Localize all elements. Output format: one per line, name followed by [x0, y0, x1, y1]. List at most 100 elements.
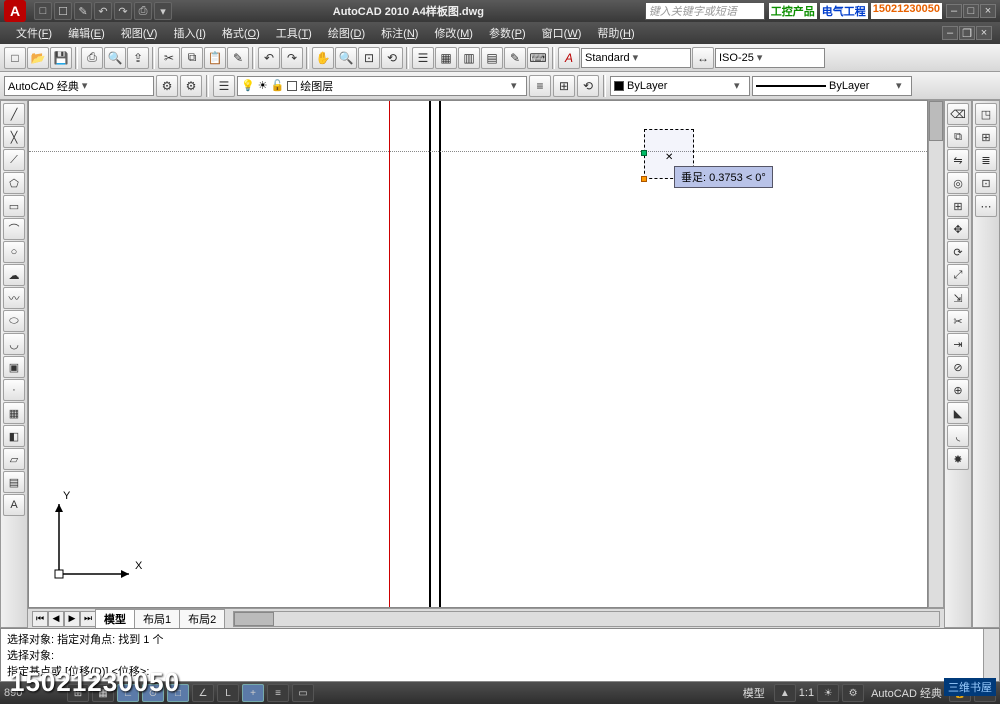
ws-label[interactable]: AutoCAD 经典: [867, 685, 946, 701]
spline-icon[interactable]: 〰: [3, 287, 25, 309]
dimstyle-icon[interactable]: ↔: [692, 47, 714, 69]
polygon-icon[interactable]: ⬠: [3, 172, 25, 194]
ws-switch-icon[interactable]: ⚙: [842, 684, 864, 702]
close-button[interactable]: ×: [980, 4, 996, 18]
anno-vis-icon[interactable]: ☀: [817, 684, 839, 702]
array-icon[interactable]: ⊞: [947, 195, 969, 217]
dyn-toggle[interactable]: +: [242, 684, 264, 702]
tab-model[interactable]: 模型: [95, 609, 135, 628]
tab-first[interactable]: ⏮: [32, 611, 48, 627]
erase-icon[interactable]: ⌫: [947, 103, 969, 125]
preview-icon[interactable]: 🔍: [104, 47, 126, 69]
layer-iso-icon[interactable]: ⊞: [553, 75, 575, 97]
mdi-min[interactable]: –: [942, 26, 958, 40]
ellipse-icon[interactable]: ⬭: [3, 310, 25, 332]
menu-help[interactable]: 帮助(H): [589, 23, 642, 43]
menu-modify[interactable]: 修改(M): [426, 23, 481, 43]
hatch-icon[interactable]: ▦: [3, 402, 25, 424]
print-icon[interactable]: ⎙: [81, 47, 103, 69]
misc-icon[interactable]: ⋯: [975, 195, 997, 217]
qp-toggle[interactable]: ▭: [292, 684, 314, 702]
mdi-restore[interactable]: ❐: [959, 26, 975, 40]
properties-icon[interactable]: ☰: [412, 47, 434, 69]
new-icon[interactable]: □: [4, 47, 26, 69]
viewcube-icon[interactable]: ◳: [975, 103, 997, 125]
zoom-prev-icon[interactable]: ⟲: [381, 47, 403, 69]
ortho-toggle[interactable]: ∟: [117, 684, 139, 702]
zoom-win-icon[interactable]: ⊡: [358, 47, 380, 69]
zoom-rt-icon[interactable]: 🔍: [335, 47, 357, 69]
drawing-canvas[interactable]: ✕ 垂足: 0.3753 < 0° X Y: [28, 100, 928, 608]
chamfer-icon[interactable]: ◣: [947, 402, 969, 424]
textstyle-combo[interactable]: Standard▾: [581, 48, 691, 68]
region-icon[interactable]: ▱: [3, 448, 25, 470]
maximize-button[interactable]: □: [963, 4, 979, 18]
color-combo[interactable]: ByLayer▾: [610, 76, 750, 96]
polar-toggle[interactable]: ⊙: [142, 684, 164, 702]
ducs-toggle[interactable]: L: [217, 684, 239, 702]
qat-new-icon[interactable]: □: [34, 2, 52, 20]
menu-tools[interactable]: 工具(T): [268, 23, 320, 43]
snap-toggle[interactable]: ⊞: [67, 684, 89, 702]
menu-dimension[interactable]: 标注(N): [373, 23, 426, 43]
offset-icon[interactable]: ◎: [947, 172, 969, 194]
copy-obj-icon[interactable]: ⧉: [947, 126, 969, 148]
join-icon[interactable]: ⊕: [947, 379, 969, 401]
design-center-icon[interactable]: ▦: [435, 47, 457, 69]
layer-props-icon[interactable]: ☰: [213, 75, 235, 97]
extend-icon[interactable]: ⇥: [947, 333, 969, 355]
mtext-icon[interactable]: A: [3, 494, 25, 516]
otrack-toggle[interactable]: ∠: [192, 684, 214, 702]
menu-insert[interactable]: 插入(I): [165, 23, 213, 43]
xline-icon[interactable]: ╳: [3, 126, 25, 148]
menu-format[interactable]: 格式(O): [214, 23, 268, 43]
qat-redo-icon[interactable]: ↷: [114, 2, 132, 20]
mirror-icon[interactable]: ⇋: [947, 149, 969, 171]
cut-icon[interactable]: ✂: [158, 47, 180, 69]
menu-view[interactable]: 视图(V): [113, 23, 166, 43]
sheet-set-icon[interactable]: ▤: [481, 47, 503, 69]
paste-icon[interactable]: 📋: [204, 47, 226, 69]
scale-label[interactable]: 1:1: [799, 687, 814, 699]
osnap-toggle[interactable]: □: [167, 684, 189, 702]
qat-print-icon[interactable]: ⎙: [134, 2, 152, 20]
anno-scale-icon[interactable]: ▲: [774, 684, 796, 702]
tab-layout2[interactable]: 布局2: [179, 609, 225, 628]
ws-settings-icon[interactable]: ⚙: [156, 75, 178, 97]
tab-next[interactable]: ▶: [64, 611, 80, 627]
undo-icon[interactable]: ↶: [258, 47, 280, 69]
lwt-toggle[interactable]: ≡: [267, 684, 289, 702]
menu-draw[interactable]: 绘图(D): [320, 23, 373, 43]
break-icon[interactable]: ⊘: [947, 356, 969, 378]
grid-toggle[interactable]: ▦: [92, 684, 114, 702]
mdi-close[interactable]: ×: [976, 26, 992, 40]
menu-file[interactable]: 文件(F): [8, 23, 60, 43]
ws-gear-icon[interactable]: ⚙: [180, 75, 202, 97]
textstyle-icon[interactable]: A: [558, 47, 580, 69]
circle-icon[interactable]: ○: [3, 241, 25, 263]
fillet-icon[interactable]: ◟: [947, 425, 969, 447]
workspace-combo[interactable]: AutoCAD 经典▾: [4, 76, 154, 96]
pline-icon[interactable]: ⟋: [3, 149, 25, 171]
qat-open-icon[interactable]: ☐: [54, 2, 72, 20]
move-icon[interactable]: ✥: [947, 218, 969, 240]
tab-prev[interactable]: ◀: [48, 611, 64, 627]
trim-icon[interactable]: ✂: [947, 310, 969, 332]
model-space-label[interactable]: 模型: [737, 685, 771, 701]
ellipse-arc-icon[interactable]: ◡: [3, 333, 25, 355]
rect-icon[interactable]: ▭: [3, 195, 25, 217]
arc-icon[interactable]: ⌒: [3, 218, 25, 240]
tab-layout1[interactable]: 布局1: [134, 609, 180, 628]
gradient-icon[interactable]: ◧: [3, 425, 25, 447]
match-icon[interactable]: ✎: [227, 47, 249, 69]
linetype-combo[interactable]: ByLayer▾: [752, 76, 912, 96]
tool-palette-icon[interactable]: ▥: [458, 47, 480, 69]
hscrollbar[interactable]: [233, 611, 940, 627]
revcloud-icon[interactable]: ☁: [3, 264, 25, 286]
open-icon[interactable]: 📂: [27, 47, 49, 69]
rotate-icon[interactable]: ⟳: [947, 241, 969, 263]
layer-state-icon[interactable]: ≡: [529, 75, 551, 97]
layer-panel-icon[interactable]: ≣: [975, 149, 997, 171]
menu-window[interactable]: 窗口(W): [534, 23, 590, 43]
navbar-icon[interactable]: ⊞: [975, 126, 997, 148]
